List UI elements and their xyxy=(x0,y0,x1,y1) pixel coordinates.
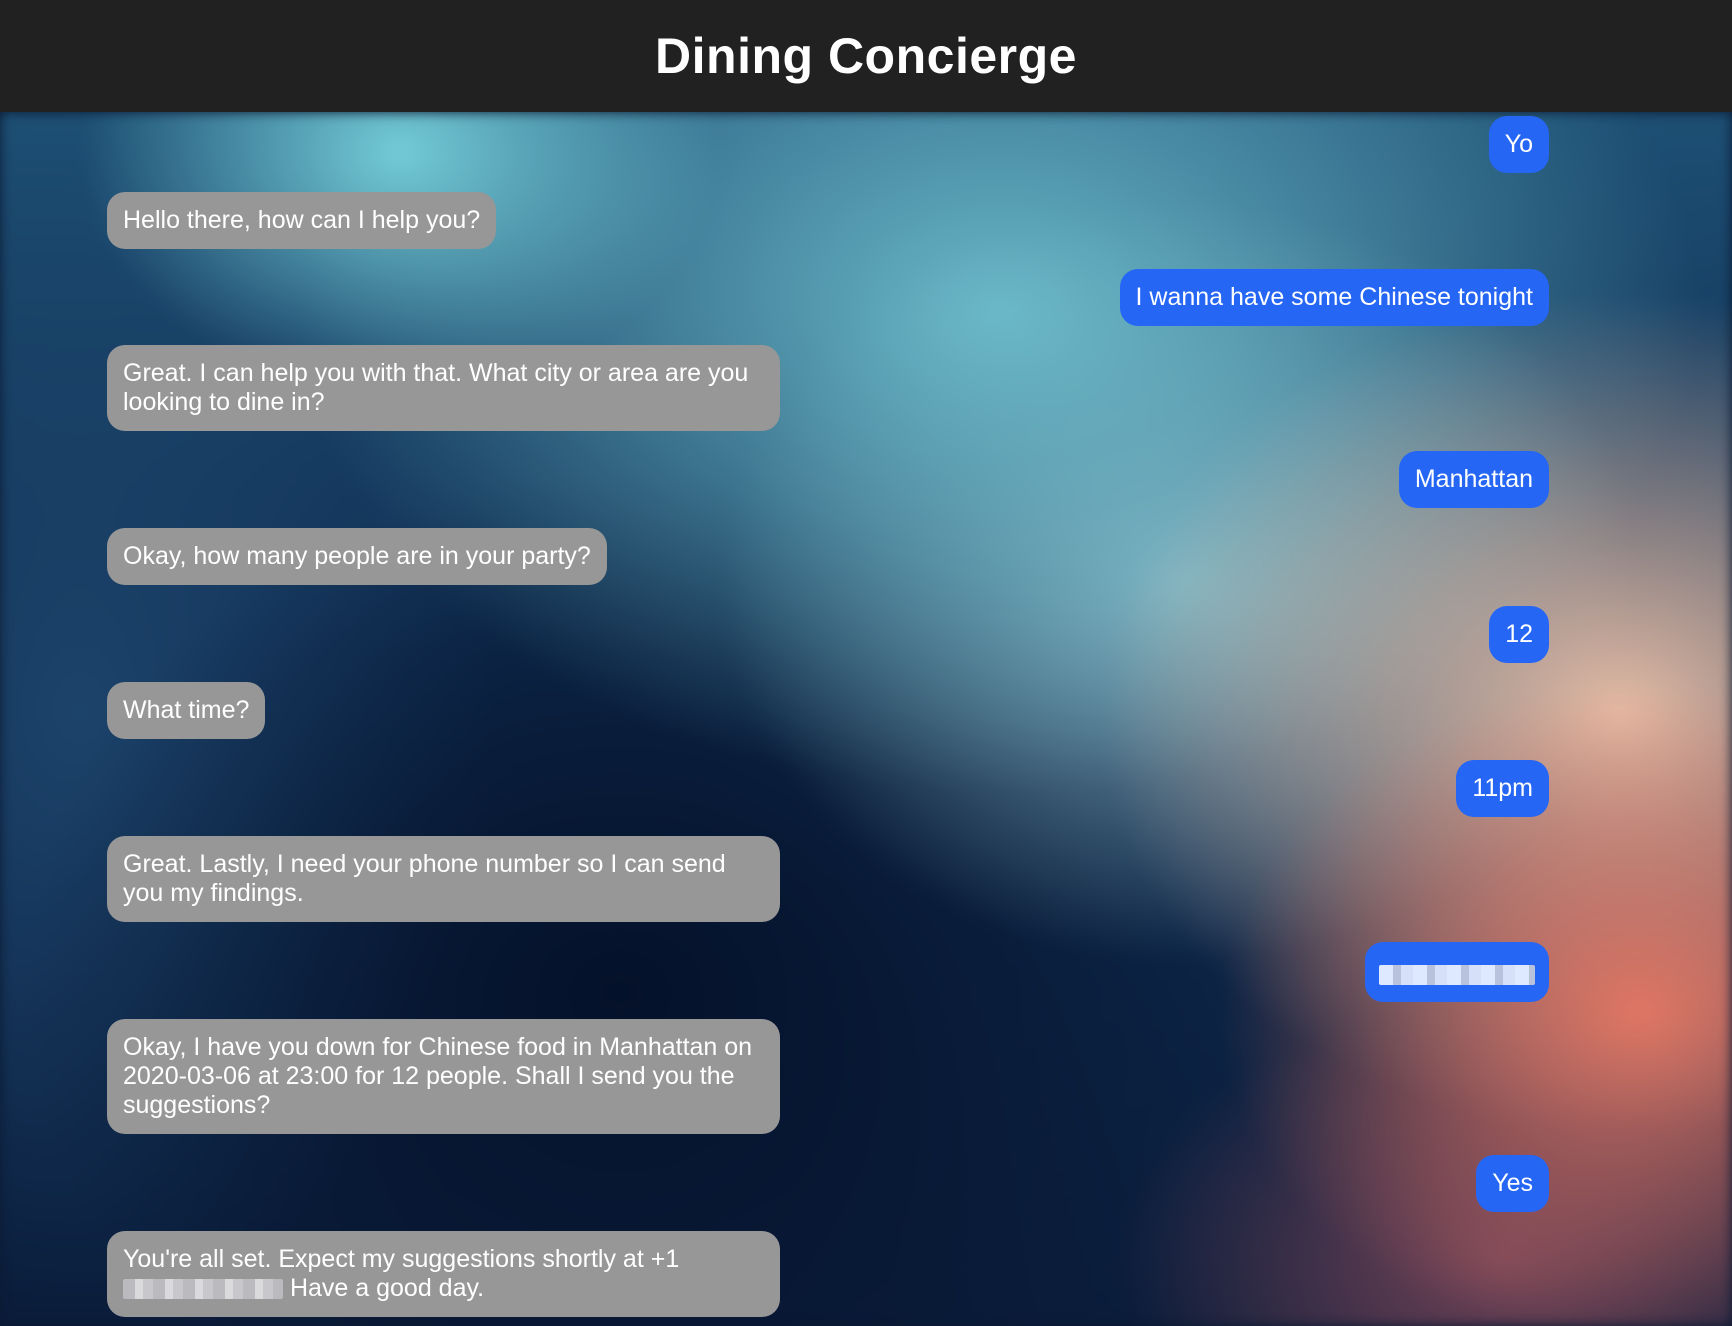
message-text: Yo xyxy=(1504,130,1533,158)
message-text: 11pm xyxy=(1472,774,1533,802)
bot-message: Okay, I have you down for Chinese food i… xyxy=(107,1019,780,1134)
message-text-start: You're all set. Expect my suggestions sh… xyxy=(123,1245,680,1273)
message-text: Great. Lastly, I need your phone number … xyxy=(123,850,726,907)
user-message-redacted-phone xyxy=(1365,942,1549,1002)
app-header: Dining Concierge xyxy=(0,0,1732,112)
message-text: Okay, I have you down for Chinese food i… xyxy=(123,1033,753,1119)
user-message: I wanna have some Chinese tonight xyxy=(1119,269,1549,326)
user-message: Yes xyxy=(1476,1155,1549,1212)
message-text: I wanna have some Chinese tonight xyxy=(1135,283,1533,311)
bot-message: Great. Lastly, I need your phone number … xyxy=(107,836,780,922)
message-text-end: Have a good day. xyxy=(283,1274,485,1302)
user-message: 11pm xyxy=(1456,760,1549,817)
user-message: 12 xyxy=(1489,606,1549,663)
message-text: Great. I can help you with that. What ci… xyxy=(123,359,749,416)
bot-message: You're all set. Expect my suggestions sh… xyxy=(107,1231,780,1317)
bot-message: Hello there, how can I help you? xyxy=(107,192,497,249)
page-title: Dining Concierge xyxy=(655,28,1077,84)
message-text: 12 xyxy=(1505,620,1533,648)
message-text: What time? xyxy=(123,696,250,724)
bot-message: What time? xyxy=(107,682,266,739)
redacted-phone-number xyxy=(1379,965,1535,986)
chat-transcript[interactable]: Yo Hello there, how can I help you? I wa… xyxy=(0,112,1732,1326)
bot-message: Great. I can help you with that. What ci… xyxy=(107,345,780,431)
message-text: Yes xyxy=(1492,1169,1533,1197)
bot-message: Okay, how many people are in your party? xyxy=(107,528,607,585)
user-message: Manhattan xyxy=(1398,451,1549,508)
message-text: Okay, how many people are in your party? xyxy=(123,542,591,570)
redacted-phone-number xyxy=(123,1279,283,1300)
message-text: Manhattan xyxy=(1414,465,1533,493)
user-message: Yo xyxy=(1488,116,1549,173)
message-text: Hello there, how can I help you? xyxy=(123,206,481,234)
